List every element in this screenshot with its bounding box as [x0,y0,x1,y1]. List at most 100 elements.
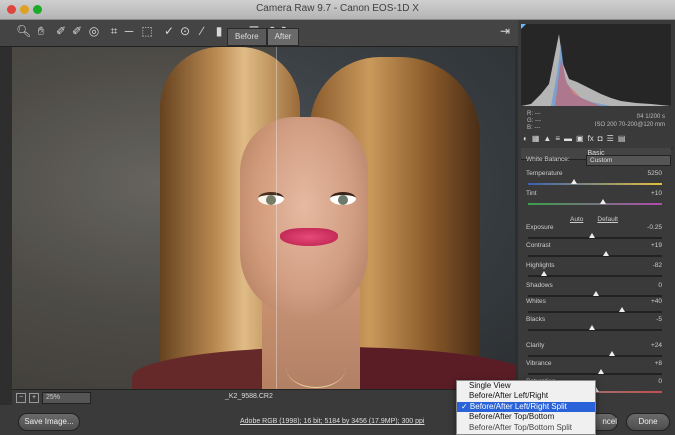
split-line [276,47,277,389]
before-after-toggle: Before After [227,28,300,46]
white-balance-icon[interactable]: ✐ [54,24,68,38]
slider-contrast[interactable]: Contrast +19 [526,242,666,264]
slider-thumb[interactable] [589,233,596,238]
red-eye-icon[interactable]: ⊙ [178,24,192,38]
snapshots-tab-icon[interactable]: ▤ [618,134,626,148]
lens-tab-icon[interactable]: ▣ [576,134,584,148]
slider-track[interactable] [528,255,662,257]
slider-track[interactable] [528,311,662,313]
slider-value[interactable]: -82 [653,262,662,269]
filename: _K2_9588.CR2 [225,393,273,400]
slider-highlights[interactable]: Highlights -82 [526,262,666,284]
view-mode-menu: Single View Before/After Left/Right ✓ Befo… [456,380,596,435]
slider-track[interactable] [528,275,662,277]
shadow-clipping-icon [521,24,526,29]
slider-track[interactable] [528,183,662,185]
slider-value[interactable]: 0 [658,378,662,385]
save-image-button[interactable]: Save Image... [18,413,80,431]
slider-value[interactable]: -0.25 [647,224,662,231]
after-button[interactable]: After [266,28,300,46]
slider-blacks[interactable]: Blacks -5 [526,316,666,338]
panel-tabs: ◐ ▦ ▲ ≡ ▬ ▣ fx ◘ ☰ ▤ [521,134,673,149]
zoom-controls: − + [16,393,39,403]
color-sampler-icon[interactable]: ✐ [70,24,84,38]
transform-icon[interactable]: ⬚ [140,24,154,38]
slider-label: Contrast [526,242,551,249]
effects-tab-icon[interactable]: fx [588,134,594,148]
done-button[interactable]: Done [626,413,670,431]
rgb-readout: R: --- G: --- B: --- f/4 1/200 s ISO 200… [527,111,665,131]
histogram [521,24,671,106]
tone-curve-tab-icon[interactable]: ▦ [532,134,540,148]
white-balance-label: White Balance: [526,156,570,163]
hand-icon[interactable]: ✋︎ [34,24,48,38]
menu-item-3[interactable]: Before/After Top/Bottom [457,412,595,422]
white-balance-row: White Balance: Custom [526,155,671,166]
slider-value[interactable]: +19 [651,242,662,249]
lips [280,228,338,246]
slider-label: Whites [526,298,546,305]
slider-thumb[interactable] [608,351,615,356]
image-preview[interactable] [12,47,515,389]
slider-thumb[interactable] [619,307,625,312]
zoom-in-icon[interactable]: + [29,393,39,403]
spot-removal-icon[interactable]: ✓ [162,24,176,38]
slider-thumb[interactable] [589,325,596,330]
slider-value[interactable]: +8 [655,360,662,367]
hsl-tab-icon[interactable]: ≡ [555,134,560,148]
split-toning-tab-icon[interactable]: ▬ [564,134,572,148]
camera-exposure-info: f/4 1/200 s [636,114,665,120]
slider-value[interactable]: 5250 [648,170,662,177]
workflow-options-link[interactable]: Adobe RGB (1998); 16 bit; 5184 by 3456 (… [240,418,424,425]
right-panel: R: --- G: --- B: --- f/4 1/200 s ISO 200… [518,20,675,405]
slider-thumb[interactable] [598,369,605,374]
slider-label: Tint [526,190,537,197]
slider-thumb[interactable] [593,291,599,296]
zoom-out-icon[interactable]: − [16,393,26,403]
slider-value[interactable]: -5 [656,316,662,323]
auto-default-row: Auto Default [570,216,618,223]
menu-item-1[interactable]: Before/After Left/Right [457,391,595,401]
straighten-icon[interactable]: ─ [122,24,136,38]
slider-thumb[interactable] [603,251,610,256]
crop-icon[interactable]: ⌗ [107,24,121,38]
slider-label: Exposure [526,224,554,231]
slider-thumb[interactable] [599,199,606,204]
open-icon[interactable]: ⇥ [498,24,512,38]
zoom-level-select[interactable]: 25% [42,392,91,404]
slider-value[interactable]: +24 [651,342,662,349]
before-button[interactable]: Before [227,28,267,46]
slider-value[interactable]: +10 [651,190,662,197]
slider-track[interactable] [528,203,662,205]
slider-thumb[interactable] [541,271,547,276]
slider-track[interactable] [528,373,662,375]
slider-thumb[interactable] [570,179,577,184]
slider-label: Clarity [526,342,545,349]
auto-link[interactable]: Auto [570,216,583,223]
default-link[interactable]: Default [597,216,618,223]
zoom-icon[interactable]: 🔍︎ [16,24,31,38]
slider-label: Shadows [526,282,553,289]
white-balance-select[interactable]: Custom [586,155,671,166]
slider-label: Highlights [526,262,555,269]
camera-raw-window: Camera Raw 9.7 - Canon EOS-1D X 🔍︎ ✋︎ ✐ … [0,0,675,435]
presets-tab-icon[interactable]: ☰ [607,134,614,148]
graduated-filter-icon[interactable]: ▮ [212,24,226,38]
camera-calibration-tab-icon[interactable]: ◘ [598,134,603,148]
detail-tab-icon[interactable]: ▲ [543,134,551,148]
window-title: Camera Raw 9.7 - Canon EOS-1D X [256,3,419,14]
slider-track[interactable] [528,355,662,357]
necklace [286,347,346,388]
menu-item-0[interactable]: Single View [457,381,595,391]
slider-label: Blacks [526,316,546,323]
targeted-adjustment-icon[interactable]: ◎ [87,24,101,38]
slider-value[interactable]: 0 [658,282,662,289]
adjustment-brush-icon[interactable]: ∕ [195,24,209,38]
slider-value[interactable]: +40 [651,298,662,305]
basic-tab-icon[interactable]: ◐ [523,134,528,148]
slider-temperature[interactable]: Temperature 5250 [526,170,666,192]
menu-item-2[interactable]: ✓ Before/After Left/Right Split [457,401,595,413]
slider-tint[interactable]: Tint +10 [526,190,666,212]
camera-iso-info: ISO 200 70-200@120 mm [594,122,665,128]
menu-item-4[interactable]: Before/After Top/Bottom Split [457,423,595,433]
